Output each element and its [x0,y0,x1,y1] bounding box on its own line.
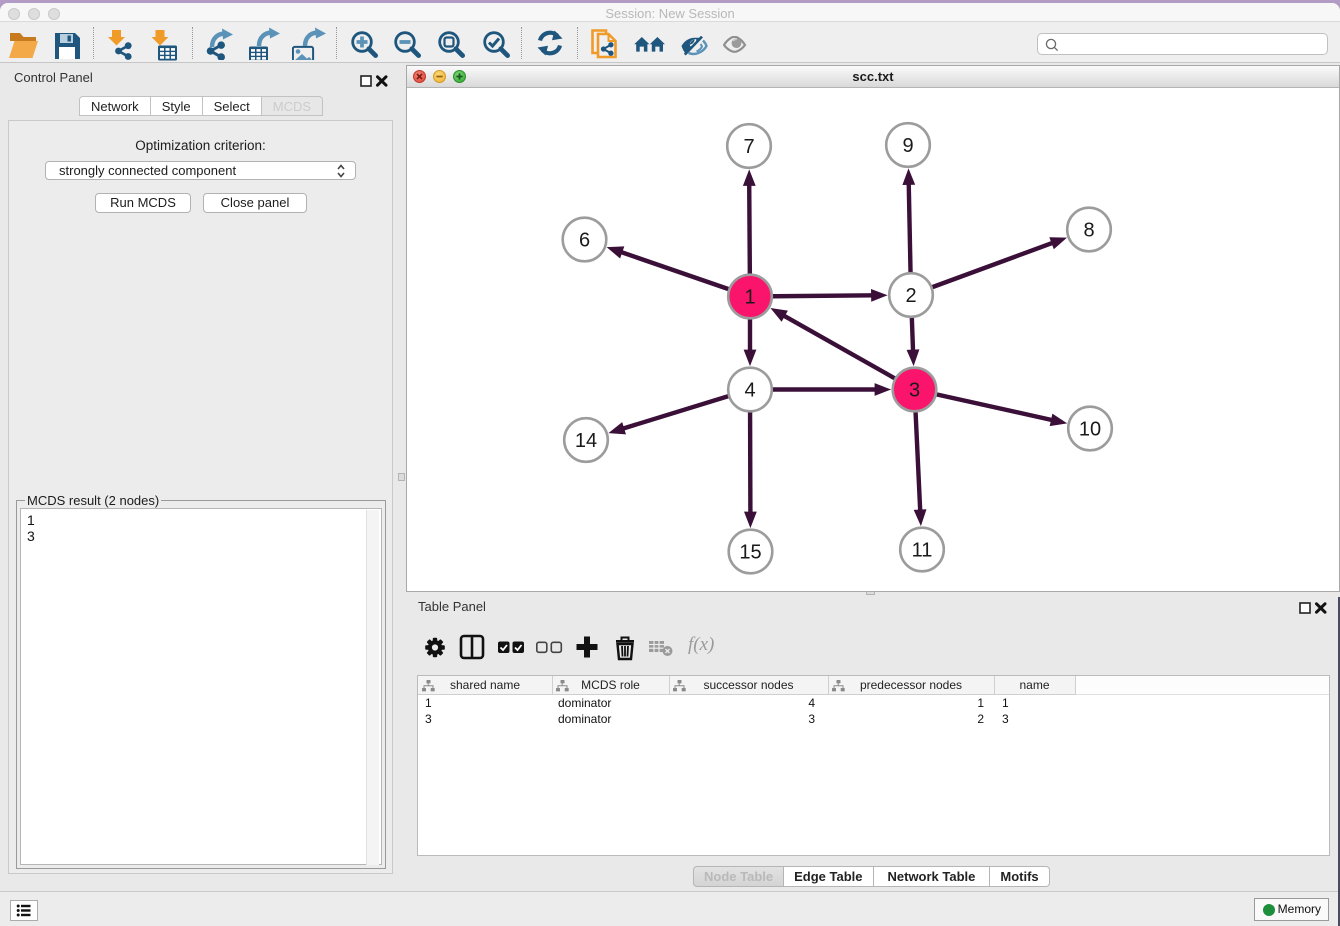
svg-text:15: 15 [739,542,761,564]
svg-text:14: 14 [575,430,597,452]
svg-text:10: 10 [1079,419,1101,441]
svg-text:4: 4 [744,380,755,402]
svg-text:3: 3 [909,380,920,402]
svg-text:7: 7 [743,136,754,158]
svg-text:11: 11 [912,540,933,562]
svg-text:2: 2 [905,285,916,307]
svg-text:6: 6 [579,230,590,252]
svg-text:9: 9 [902,135,913,157]
svg-text:1: 1 [744,287,755,309]
svg-text:8: 8 [1083,220,1094,242]
